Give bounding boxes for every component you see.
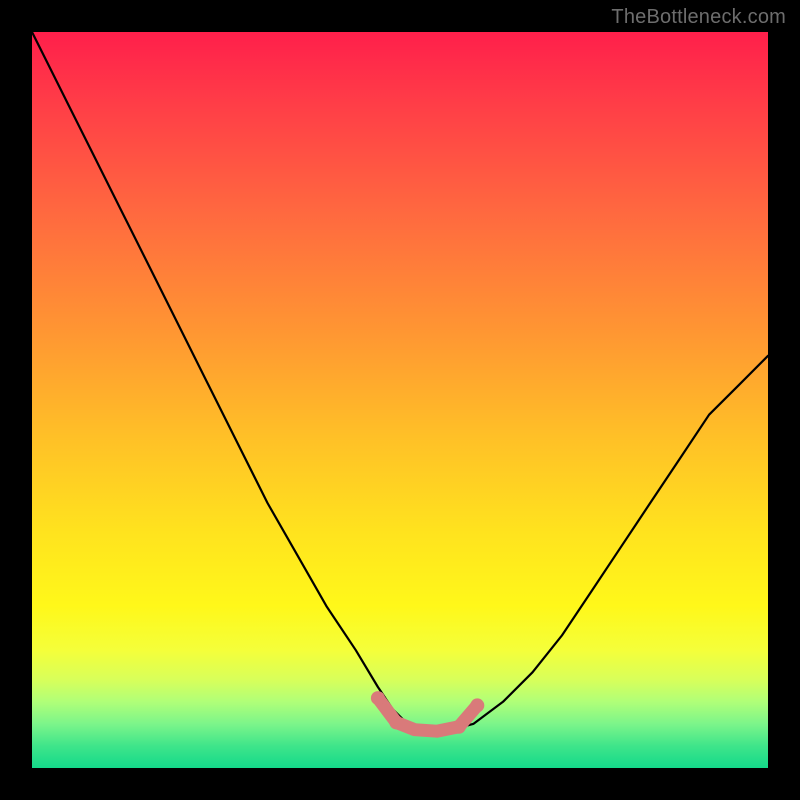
chart-frame: TheBottleneck.com (0, 0, 800, 800)
watermark-text: TheBottleneck.com (611, 6, 786, 29)
accent-dot (371, 691, 385, 705)
accent-dot (389, 715, 403, 729)
bottleneck-curve (32, 32, 768, 731)
chart-svg (32, 32, 768, 768)
bottom-accent (371, 691, 484, 734)
accent-dot (470, 698, 484, 712)
accent-dot (452, 720, 466, 734)
chart-plot-area (32, 32, 768, 768)
